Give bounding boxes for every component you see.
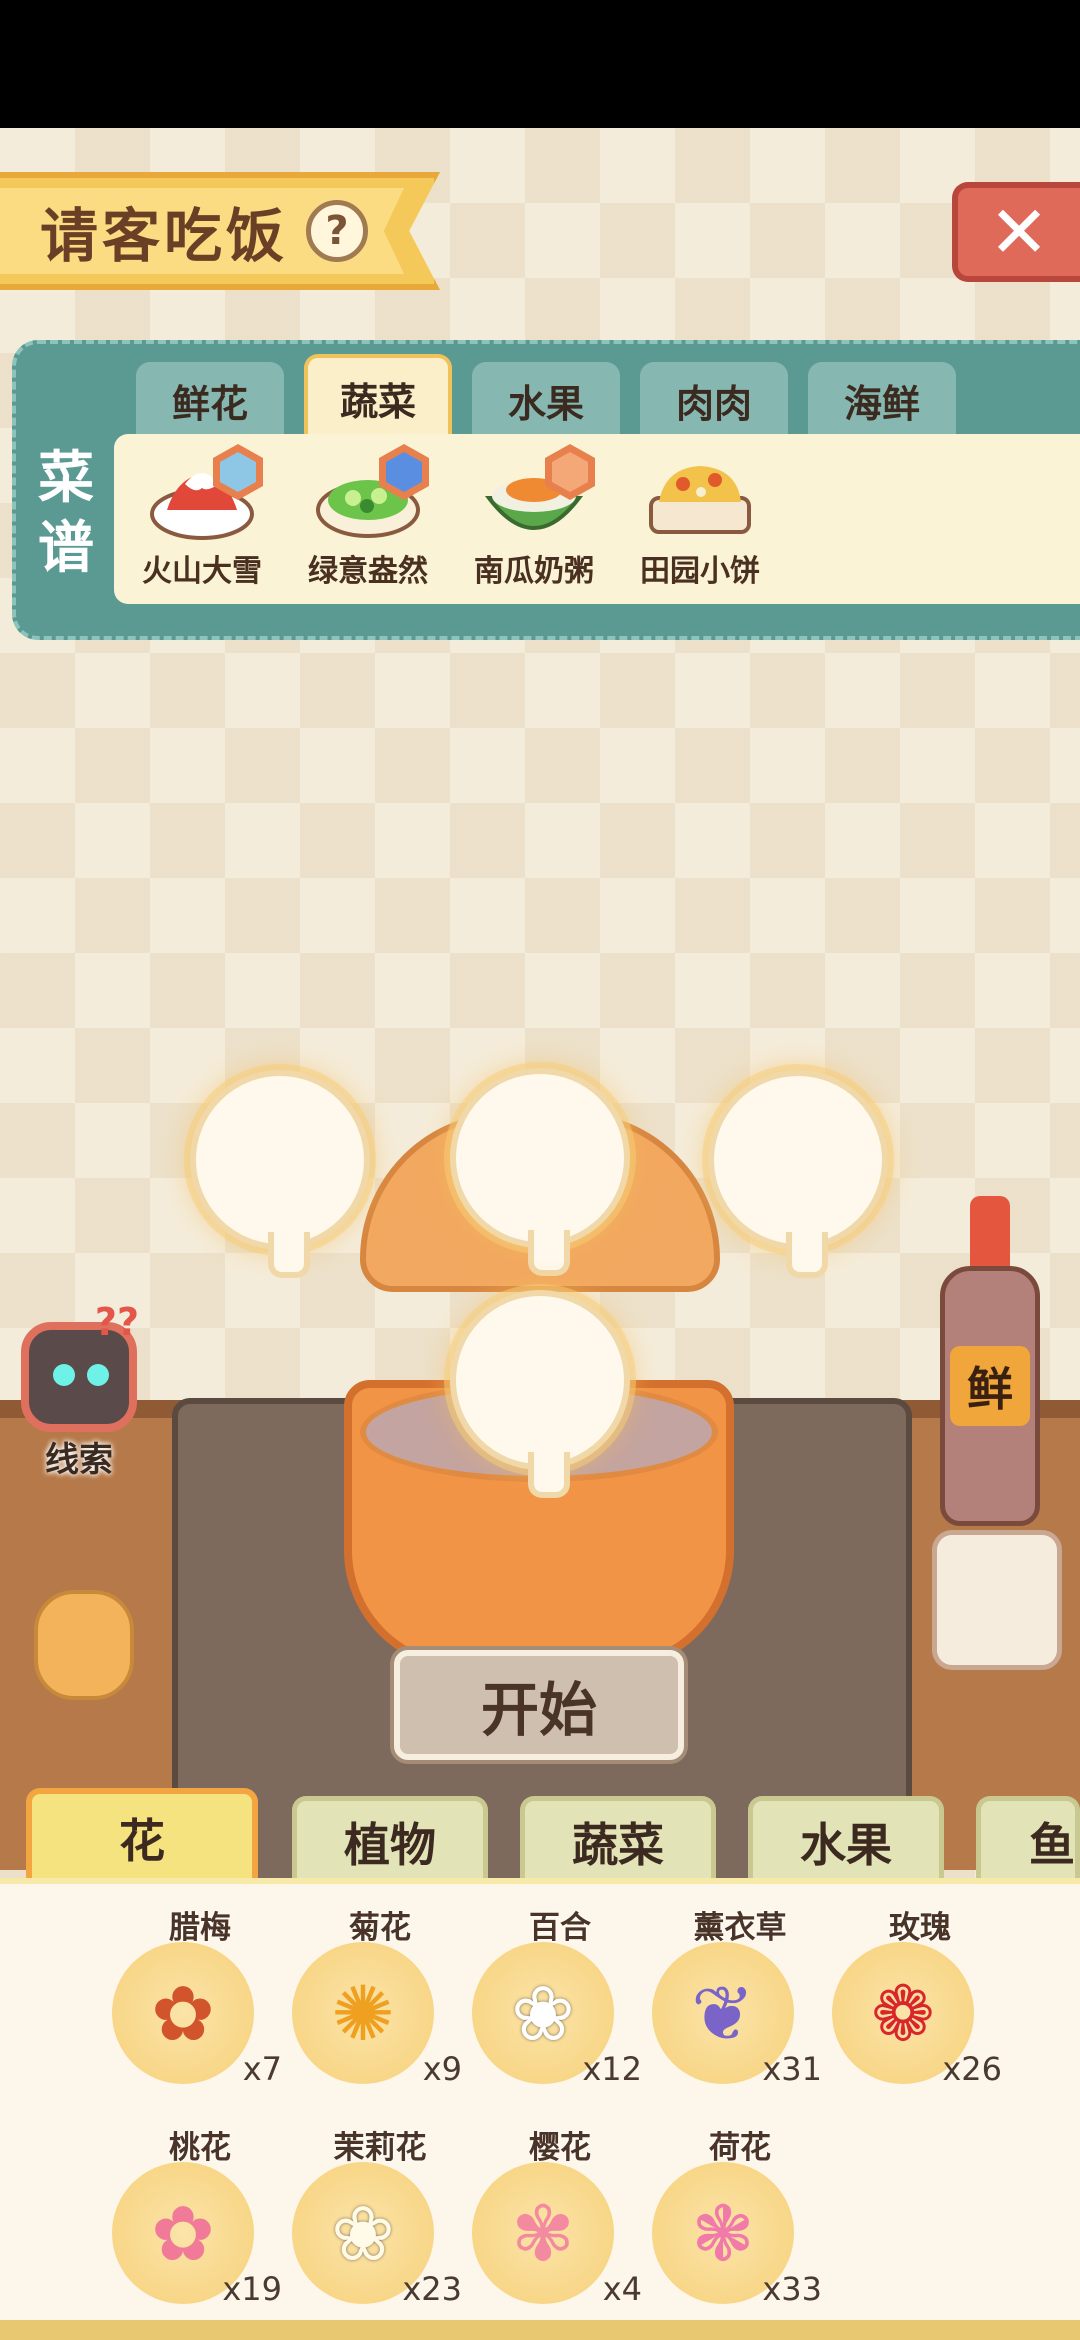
ingredient-item[interactable]: 薰衣草 ❦ x31 [650,1902,830,2092]
title-ribbon: 请客吃饭 ? [0,172,440,290]
wintersweet-icon: ✿ [112,1942,254,2084]
robot-icon: ?? [21,1300,139,1432]
ingredient-tabs: 花 植物 蔬菜 水果 鱼 [22,1788,1080,1882]
ingredient-count: x23 [402,2270,462,2308]
ingredient-panel: 腊梅 ✿ x7 菊花 ✺ x9 百合 ❀ x12 薰衣草 ❦ x31 玫瑰 ❁ … [0,1878,1080,2320]
close-icon: ✕ [988,190,1050,274]
ingredient-slot-1[interactable] [190,1070,370,1278]
recipe-tabs: 鲜花 蔬菜 水果 肉肉 海鲜 [136,354,956,438]
recipe-tab-fruits[interactable]: 水果 [472,362,620,438]
status-bar [0,0,1080,128]
clue-button[interactable]: ?? 线索 [10,1300,148,1480]
dish-name: 绿意盎然 [308,554,428,589]
dish-item[interactable]: 火山大雪 [124,434,280,604]
start-button[interactable]: 开始 [394,1650,684,1760]
dish-item[interactable]: 绿意盎然 [290,434,446,604]
ingredient-tab-flowers[interactable]: 花 [26,1788,258,1882]
close-button[interactable]: ✕ [952,182,1080,282]
ingredient-name: 桃花 [169,2130,231,2166]
ingredient-glyph: ✾ [511,2188,575,2278]
ingredient-item[interactable]: 玫瑰 ❁ x26 [830,1902,1010,2092]
ingredient-tab-vegetables[interactable]: 蔬菜 [520,1796,716,1882]
recipe-list: 火山大雪 绿意盎然 南瓜奶粥 田园小饼 [114,434,1080,604]
dish-name: 火山大雪 [142,554,262,589]
recipe-tab-seafood[interactable]: 海鲜 [808,362,956,438]
recipe-panel: 菜 谱 鲜花 蔬菜 水果 肉肉 海鲜 火山大雪 绿意盎然 南瓜奶粥 田园小饼 [12,340,1080,640]
ingredient-count: x9 [422,2050,462,2088]
ingredient-count: x31 [762,2050,822,2088]
pumpkin-porridge-dish-icon [479,444,595,544]
dish-name: 南瓜奶粥 [474,554,594,589]
ingredient-name: 玫瑰 [889,1910,951,1946]
dish-item[interactable]: 南瓜奶粥 [456,434,612,604]
chrysanthemum-icon: ✺ [292,1942,434,2084]
recipe-side-char-2: 谱 [38,516,94,581]
green-salad-dish-icon [313,444,429,544]
recipe-side-label: 菜 谱 [36,444,96,584]
ingredient-name: 樱花 [529,2130,591,2166]
recipe-side-char-1: 菜 [38,446,94,511]
ingredient-item[interactable]: 百合 ❀ x12 [470,1902,650,2092]
ingredient-item[interactable]: 荷花 ❃ x33 [650,2122,830,2312]
clue-question-marks: ?? [94,1300,139,1344]
ingredient-count: x33 [762,2270,822,2308]
ingredient-name: 腊梅 [169,1910,231,1946]
ingredient-item[interactable]: 樱花 ✾ x4 [470,2122,650,2312]
dish-item[interactable]: 田园小饼 [622,434,778,604]
ingredient-tab-fish[interactable]: 鱼 [976,1796,1080,1882]
ingredient-item[interactable]: 菊花 ✺ x9 [290,1902,470,2092]
ingredient-count: x4 [602,2270,642,2308]
bottle-label: 鲜 [950,1346,1030,1426]
clue-label: 线索 [45,1440,113,1480]
cherry-blossom-icon: ✾ [472,2162,614,2304]
ingredient-count: x19 [222,2270,282,2308]
ingredient-glyph: ✺ [331,1968,395,2058]
ingredient-count: x7 [242,2050,282,2088]
ingredient-count: x12 [582,2050,642,2088]
ingredient-slot-4[interactable] [450,1290,630,1498]
ingredient-item[interactable]: 茉莉花 ❀ x23 [290,2122,470,2312]
ingredient-item[interactable]: 腊梅 ✿ x7 [110,1902,290,2092]
garden-pancake-dish-icon [645,448,755,544]
ingredient-name: 荷花 [709,2130,771,2166]
ingredient-slot-2[interactable] [450,1068,630,1276]
jar-icon [932,1530,1062,1670]
ingredient-glyph: ✿ [151,1968,215,2058]
ingredient-name: 茉莉花 [333,2130,427,2166]
ingredient-name: 百合 [529,1910,591,1946]
ingredient-tab-plants[interactable]: 植物 [292,1796,488,1882]
ingredient-slot-3[interactable] [708,1070,888,1278]
ginger-icon [34,1590,134,1700]
recipe-tab-meat[interactable]: 肉肉 [640,362,788,438]
ingredient-item[interactable]: 桃花 ✿ x19 [110,2122,290,2312]
panel-bottom-edge [0,2320,1080,2340]
ingredient-tab-fruits[interactable]: 水果 [748,1796,944,1882]
recipe-tab-flowers[interactable]: 鲜花 [136,362,284,438]
ingredient-count: x26 [942,2050,1002,2088]
ingredient-name: 菊花 [349,1910,411,1946]
recipe-tab-vegetables[interactable]: 蔬菜 [304,354,452,438]
dish-name: 田园小饼 [640,554,760,589]
volcano-snow-dish-icon [147,444,263,544]
help-button[interactable]: ? [306,200,369,262]
ingredient-grid: 腊梅 ✿ x7 菊花 ✺ x9 百合 ❀ x12 薰衣草 ❦ x31 玫瑰 ❁ … [110,1902,1010,2312]
page-title: 请客吃饭 [40,202,289,270]
soy-sauce-bottle-icon: 鲜 [940,1196,1040,1526]
ingredient-name: 薰衣草 [693,1910,787,1946]
